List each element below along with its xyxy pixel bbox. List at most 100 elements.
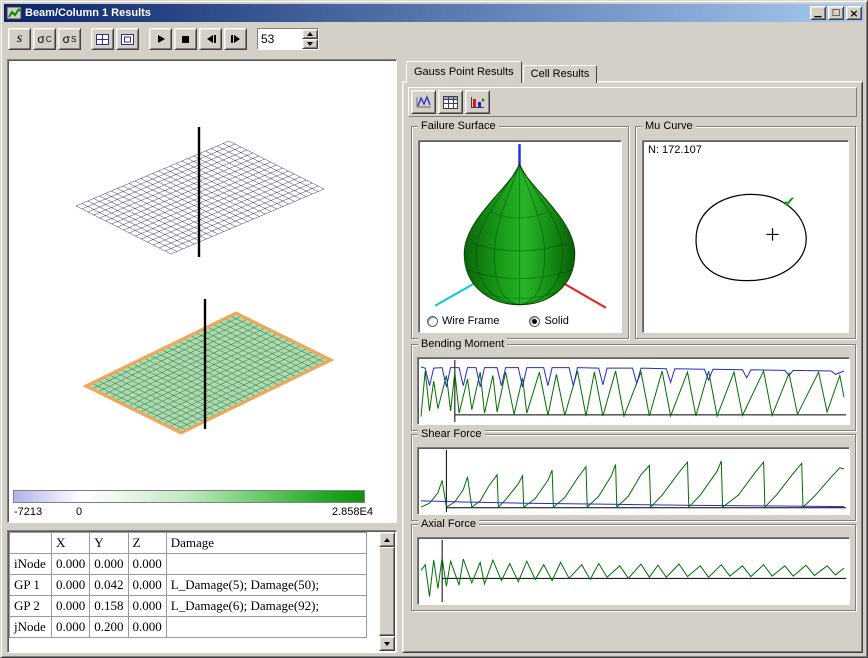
sigma-s-button[interactable]: σS — [58, 28, 81, 50]
play-button[interactable] — [149, 28, 172, 50]
mu-curve-view: N: 172.107 ✔ — [642, 140, 849, 333]
up-arrow-icon — [384, 538, 390, 542]
sigma-c-button[interactable]: σC — [33, 28, 56, 50]
grid-view-button[interactable] — [91, 28, 114, 50]
fit-view-button[interactable] — [116, 28, 139, 50]
table-row: GP 10.0000.0420.000L_Damage(5); Damage(5… — [10, 575, 367, 596]
play-icon — [154, 33, 167, 45]
gauss-point-results-pane: Failure Surface — [402, 81, 863, 653]
spin-down-button[interactable] — [302, 39, 318, 49]
sigma-s-sub: S — [71, 35, 76, 44]
mu-curve-group: Mu Curve N: 172.107 ✔ — [635, 126, 856, 339]
bending-moment-group: Bending Moment — [411, 344, 856, 431]
table-cell: 0.000 — [52, 554, 90, 575]
colorbar-zero-label: 0 — [76, 506, 82, 518]
group-title: Shear Force — [418, 428, 485, 441]
table-cell: GP 2 — [10, 596, 52, 617]
table-row: GP 20.0000.1580.000L_Damage(6); Damage(9… — [10, 596, 367, 617]
failure-surface-group: Failure Surface — [411, 126, 629, 339]
table-cell: 0.000 — [128, 554, 166, 575]
sigma-c-icon: σ — [37, 32, 44, 46]
failure-surface-3d — [419, 141, 621, 312]
app-window: Beam/Column 1 Results ▁ □ × s σC σS — [0, 0, 868, 658]
table-cell: L_Damage(6); Damage(92); — [166, 596, 366, 617]
table-cell: 0.000 — [52, 596, 90, 617]
table-cell: 0.158 — [90, 596, 128, 617]
colorbar-max-label: 2.858E4 — [332, 506, 373, 518]
table-icon — [443, 96, 458, 109]
bending-moment-chart — [417, 357, 850, 425]
failure-surface-view[interactable]: Wire Frame Solid — [418, 140, 622, 333]
table-cell: L_Damage(5); Damage(50); — [166, 575, 366, 596]
tab-gauss-point-results[interactable]: Gauss Point Results — [406, 61, 522, 83]
stop-icon — [179, 33, 192, 45]
plus-marker — [766, 228, 778, 240]
table-header-row: XYZDamage — [10, 533, 367, 554]
axial-force-chart — [417, 537, 850, 605]
titlebar[interactable]: Beam/Column 1 Results ▁ □ × — [4, 4, 864, 22]
stop-button[interactable] — [174, 28, 197, 50]
solid-radio[interactable]: Solid — [529, 315, 568, 327]
group-title: Axial Force — [418, 518, 479, 531]
table-cell: jNode — [10, 617, 52, 638]
scroll-down-button[interactable] — [379, 636, 395, 651]
up-arrow-icon — [307, 32, 313, 36]
radio-icon — [427, 316, 438, 327]
column-header: Y — [90, 533, 128, 554]
table-cell: 0.000 — [90, 554, 128, 575]
column-header: Damage — [166, 533, 366, 554]
main-toolbar: s σC σS — [8, 27, 319, 51]
table-cell: 0.200 — [90, 617, 128, 638]
app-icon — [6, 6, 22, 20]
model-view-panel: -7213 0 2.858E4 — [7, 59, 397, 523]
table-cell: GP 1 — [10, 575, 52, 596]
results-table[interactable]: XYZDamageiNode0.0000.0000.000GP 10.0000.… — [9, 532, 367, 638]
sigma-s-icon: σ — [63, 32, 70, 46]
shear-force-chart — [417, 447, 850, 515]
table-cell — [166, 617, 366, 638]
wireframe-label: Wire Frame — [442, 315, 499, 327]
scrollbar-thumb[interactable] — [379, 547, 395, 636]
frame-icon — [121, 34, 134, 45]
shear-force-group: Shear Force — [411, 434, 856, 521]
solid-label: Solid — [544, 315, 568, 327]
tab-cell-results[interactable]: Cell Results — [523, 65, 598, 83]
table-cell — [166, 554, 366, 575]
step-spinbox — [257, 28, 319, 50]
strain-button[interactable]: s — [8, 28, 31, 50]
curve-view-button[interactable] — [411, 90, 436, 114]
strain-icon: s — [17, 31, 22, 47]
bar-chart-icon — [470, 96, 485, 109]
column-header: X — [52, 533, 90, 554]
sigma-c-sub: C — [46, 35, 52, 44]
table-cell: iNode — [10, 554, 52, 575]
table-cell: 0.000 — [128, 575, 166, 596]
bar-chart-view-button[interactable] — [465, 90, 490, 114]
column-header: Z — [128, 533, 166, 554]
minimize-button[interactable]: ▁ — [810, 6, 826, 20]
damage-colorbar — [13, 490, 365, 503]
check-icon: ✔ — [783, 193, 796, 211]
step-forward-button[interactable] — [224, 28, 247, 50]
step-input[interactable] — [258, 29, 302, 49]
scroll-up-button[interactable] — [379, 532, 395, 547]
curve-icon — [416, 95, 432, 109]
table-cell: 0.000 — [128, 596, 166, 617]
table-scrollbar[interactable] — [379, 532, 395, 651]
step-forward-icon — [229, 33, 243, 45]
axial-force-group: Axial Force — [411, 524, 856, 611]
model-3d-view[interactable] — [9, 61, 396, 481]
spin-up-button[interactable] — [302, 29, 318, 39]
results-toolbar — [408, 87, 857, 117]
gauss-point-table-panel: XYZDamageiNode0.0000.0000.000GP 10.0000.… — [7, 530, 397, 653]
wireframe-radio[interactable]: Wire Frame — [427, 315, 499, 327]
table-cell: 0.042 — [90, 575, 128, 596]
table-view-button[interactable] — [438, 90, 463, 114]
group-title: Bending Moment — [418, 338, 507, 351]
step-back-button[interactable] — [199, 28, 222, 50]
window-title: Beam/Column 1 Results — [25, 7, 808, 19]
colorbar-min-label: -7213 — [14, 506, 42, 518]
close-button[interactable]: × — [846, 6, 862, 20]
step-back-icon — [204, 33, 218, 45]
maximize-button[interactable]: □ — [828, 6, 844, 20]
